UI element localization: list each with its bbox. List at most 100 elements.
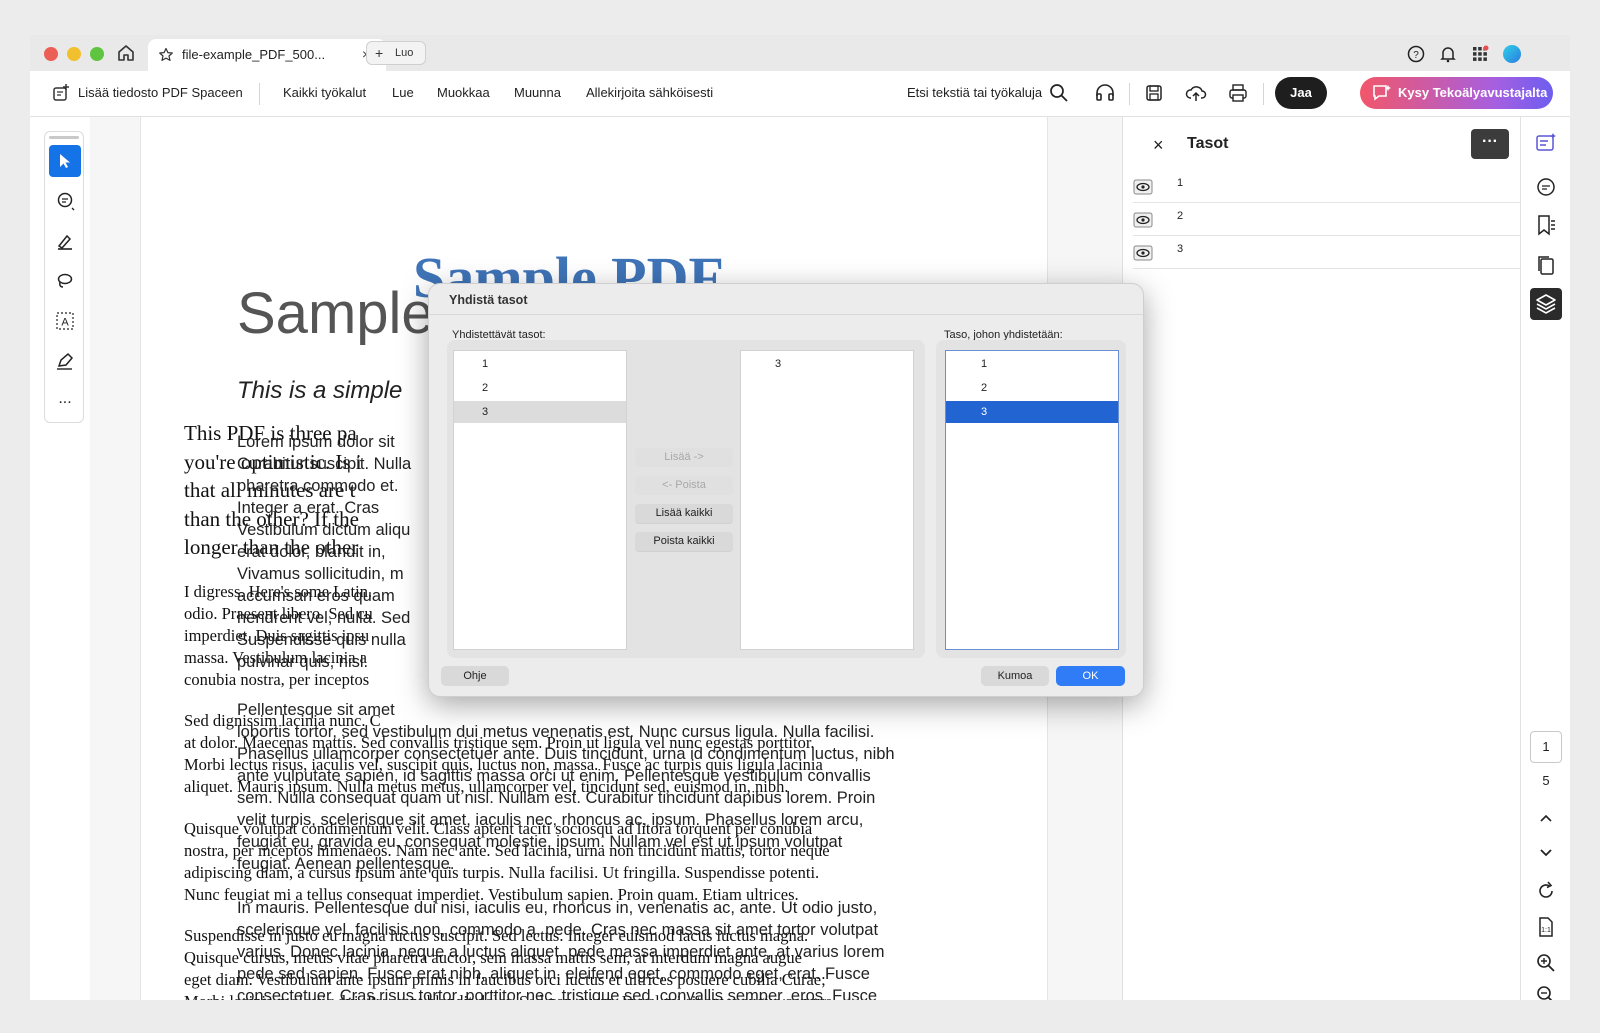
text-line: feugiat. Aenean pellentesque. <box>237 855 455 873</box>
share-button[interactable]: Jaa <box>1275 77 1327 109</box>
lasso-icon <box>57 273 73 288</box>
list-item-selected[interactable]: 3 <box>946 401 1118 423</box>
add-file-button[interactable]: Lisää tiedosto PDF Spaceen <box>78 85 243 100</box>
list-item[interactable]: 2 <box>946 377 1118 399</box>
right-tool-rail: 1 5 1:1 <box>1520 117 1570 1000</box>
apps-grid-icon[interactable] <box>1470 44 1490 64</box>
text-line: In mauris. Pellentesque dui nisi, iaculi… <box>237 899 878 917</box>
cloud-upload-icon[interactable] <box>1185 82 1207 104</box>
layer-row[interactable]: 2 <box>1133 203 1521 236</box>
eye-icon[interactable] <box>1133 212 1153 228</box>
panel-more-button[interactable]: ··· <box>1471 129 1509 159</box>
sign-menu[interactable]: Allekirjoita sähköisesti <box>586 85 713 100</box>
remove-all-button[interactable]: Poista kaikki <box>635 532 733 551</box>
all-tools-menu[interactable]: Kaikki työkalut <box>283 85 366 100</box>
add-file-icon[interactable] <box>50 82 72 104</box>
pages-icon[interactable] <box>1534 253 1558 277</box>
svg-text:1:1: 1:1 <box>1541 927 1551 934</box>
text-line: sem. Nulla consequat quam ut nisl. Nulla… <box>237 789 876 807</box>
help-button[interactable]: Ohje <box>441 666 509 686</box>
convert-menu[interactable]: Muunna <box>514 85 561 100</box>
text-line: scelerisque vel, facilisis non, commodo … <box>237 921 879 939</box>
list-item-selected[interactable]: 3 <box>454 401 626 423</box>
star-icon[interactable] <box>158 47 174 63</box>
zoom-out-icon[interactable] <box>1534 983 1558 1000</box>
rail-grip[interactable] <box>49 136 79 139</box>
profile-avatar[interactable] <box>1502 44 1522 64</box>
layer-row[interactable]: 1 <box>1133 170 1521 203</box>
chosen-layers-list[interactable]: 3 <box>740 350 914 650</box>
ok-button[interactable]: OK <box>1056 666 1125 686</box>
draw-tool-button[interactable] <box>49 265 81 297</box>
add-layer-button[interactable]: Lisää -> <box>635 448 733 467</box>
bookmark-icon[interactable] <box>1534 213 1558 237</box>
maximize-window-button[interactable] <box>90 47 104 61</box>
main-toolbar: Lisää tiedosto PDF Spaceen Kaikki työkal… <box>30 71 1570 117</box>
close-panel-icon[interactable]: × <box>1153 135 1164 156</box>
sign-tool-button[interactable] <box>49 345 81 377</box>
bell-icon[interactable] <box>1438 44 1458 64</box>
highlight-tool-button[interactable] <box>49 225 81 257</box>
panel-title: Tasot <box>1187 135 1229 152</box>
layer-name: 1 <box>1177 177 1184 189</box>
save-icon[interactable] <box>1143 82 1165 104</box>
fit-page-icon[interactable]: 1:1 <box>1534 915 1558 939</box>
minimize-window-button[interactable] <box>67 47 81 61</box>
read-menu[interactable]: Lue <box>392 85 414 100</box>
close-window-button[interactable] <box>44 47 58 61</box>
current-page-input[interactable]: 1 <box>1530 731 1562 763</box>
layers-panel: × Tasot ··· 1 2 3 <box>1122 117 1521 1000</box>
doc-subtitle: This is a simple <box>237 377 403 404</box>
text-line: Vestibulum dictum aliqu <box>237 521 411 539</box>
left-tool-rail: A ... <box>44 131 84 423</box>
target-layer-list[interactable]: 1 2 3 <box>945 350 1119 650</box>
text-select-tool-button[interactable]: A <box>49 305 81 337</box>
svg-text:A: A <box>61 317 69 329</box>
dialog-divider <box>429 314 1143 315</box>
zoom-in-icon[interactable] <box>1534 951 1558 975</box>
text-line: pede sed sapien. Fusce erat nibh, alique… <box>237 965 870 983</box>
list-item[interactable]: 2 <box>454 377 626 399</box>
plus-icon: + <box>375 45 384 61</box>
help-icon[interactable]: ? <box>1406 44 1426 64</box>
chevron-up-icon[interactable] <box>1534 807 1558 831</box>
add-all-button[interactable]: Lisää kaikki <box>635 504 733 523</box>
layers-icon[interactable] <box>1530 288 1562 320</box>
text-line: velit turpis, scelerisque sit amet, iacu… <box>237 811 864 829</box>
available-layers-list[interactable]: 1 2 3 <box>453 350 627 650</box>
ai-summary-icon[interactable] <box>1534 131 1558 155</box>
new-tab-button[interactable]: + Luo <box>366 41 426 65</box>
remove-layer-button[interactable]: <- Poista <box>635 476 733 495</box>
eye-icon[interactable] <box>1133 179 1153 195</box>
list-item[interactable]: 1 <box>946 353 1118 375</box>
text-line: feugiat eu, gravida eu, consequat molest… <box>237 833 843 851</box>
select-tool-button[interactable] <box>49 145 81 177</box>
text-line: Suspendisse quis nulla <box>237 631 406 649</box>
cancel-button[interactable]: Kumoa <box>981 666 1049 686</box>
doc-title-sans: Sample <box>237 281 434 346</box>
home-icon[interactable] <box>116 43 136 63</box>
highlighter-icon <box>57 234 72 250</box>
search-field[interactable]: Etsi tekstiä tai työkaluja <box>907 85 1042 100</box>
new-tab-label: Luo <box>395 47 414 59</box>
text-line: Phasellus ullamcorper consectetuer ante.… <box>237 745 895 763</box>
toolbar-divider <box>1129 83 1130 105</box>
ai-assistant-button[interactable]: Kysy Tekoälyavustajalta <box>1360 77 1553 109</box>
edit-menu[interactable]: Muokkaa <box>437 85 490 100</box>
print-icon[interactable] <box>1227 82 1249 104</box>
text-line: varius. Donec lacinia, neque a luctus al… <box>237 943 885 961</box>
doc-sans-para1: Lorem ipsum dolor sit Curabitur suscipit… <box>237 431 411 673</box>
more-tools-button[interactable]: ... <box>49 385 81 417</box>
eye-icon[interactable] <box>1133 245 1153 261</box>
search-icon[interactable] <box>1048 82 1070 104</box>
headphones-icon[interactable] <box>1094 82 1116 104</box>
comments-icon[interactable] <box>1534 175 1558 199</box>
layer-row[interactable]: 3 <box>1133 236 1521 269</box>
comment-tool-button[interactable] <box>49 185 81 217</box>
list-item[interactable]: 1 <box>454 353 626 375</box>
chevron-down-icon[interactable] <box>1534 840 1558 864</box>
text-line: pulvinar quis, nisl. <box>237 653 369 671</box>
rotate-icon[interactable] <box>1534 879 1558 903</box>
tab-document[interactable]: file-example_PDF_500... × <box>148 39 386 71</box>
list-item[interactable]: 3 <box>741 353 913 375</box>
